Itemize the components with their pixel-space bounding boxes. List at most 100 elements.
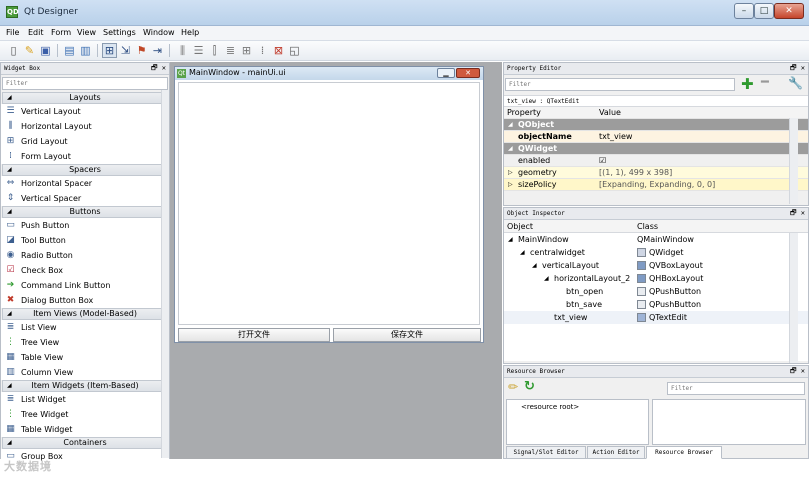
remove-dynamic-property-icon[interactable]: ━ xyxy=(761,75,769,90)
lay-out-vertical-splitter-icon[interactable]: ≣ xyxy=(223,43,238,58)
resource-root-item[interactable]: <resource root> xyxy=(521,403,579,411)
widget-item-tree-widget[interactable]: ⋮ Tree Widget xyxy=(1,407,169,422)
btn-save[interactable]: 保存文件 xyxy=(333,328,481,342)
new-form-icon[interactable]: ▯ xyxy=(6,43,21,58)
widget-box-scrollbar[interactable] xyxy=(161,90,169,458)
btn-open[interactable]: 打开文件 xyxy=(178,328,330,342)
edit-resources-icon[interactable]: ✏ xyxy=(508,380,518,394)
close-button[interactable]: ✕ xyxy=(774,3,804,19)
property-row-objectname[interactable]: objectName txt_view xyxy=(504,131,808,143)
widget-item-horizontal-spacer[interactable]: ⇔ Horizontal Spacer xyxy=(1,176,169,191)
object-row-btn-open[interactable]: btn_open QPushButton xyxy=(504,285,808,298)
resource-filter-input[interactable] xyxy=(667,382,805,395)
widget-item-vertical-layout[interactable]: ☰ Vertical Layout xyxy=(1,104,169,119)
menu-view[interactable]: View xyxy=(77,28,96,37)
property-row-qwidget[interactable]: ◢ QWidget xyxy=(504,143,808,155)
widget-item-column-view[interactable]: ▥ Column View xyxy=(1,365,169,380)
menu-edit[interactable]: Edit xyxy=(28,28,44,37)
tree-expand-icon[interactable]: ◢ xyxy=(508,233,513,246)
property-value[interactable]: ☑ xyxy=(599,155,606,167)
open-form-icon[interactable]: ✎ xyxy=(22,43,37,58)
tab-resource-browser[interactable]: Resource Browser xyxy=(646,446,722,459)
dock-float-close-icon[interactable]: 🗗 ✕ xyxy=(790,63,805,74)
object-row-mainwindow[interactable]: ◢ MainWindow QMainWindow xyxy=(504,233,808,246)
minimize-button[interactable]: – xyxy=(734,3,754,19)
resource-list[interactable] xyxy=(652,399,806,445)
reload-icon[interactable]: ↻ xyxy=(524,379,535,394)
tab-signal-slot-editor[interactable]: Signal/Slot Editor xyxy=(506,446,586,459)
resource-tree[interactable]: <resource root> xyxy=(506,399,649,445)
widget-item-vertical-spacer[interactable]: ⇕ Vertical Spacer xyxy=(1,191,169,206)
maximize-button[interactable]: □ xyxy=(754,3,774,19)
widget-item-list-view[interactable]: ≣ List View xyxy=(1,320,169,335)
expand-arrow-icon[interactable]: ▷ xyxy=(508,179,513,191)
edit-tab-order-icon[interactable]: ⇥ xyxy=(150,43,165,58)
bring-to-front-icon[interactable]: ▥ xyxy=(78,43,93,58)
edit-signals-slots-icon[interactable]: ⇲ xyxy=(118,43,133,58)
widget-category-item-widgets-item-based[interactable]: ◢ Item Widgets (Item-Based) xyxy=(2,380,168,392)
menu-window[interactable]: Window xyxy=(143,28,175,37)
object-row-btn-save[interactable]: btn_save QPushButton xyxy=(504,298,808,311)
widget-item-radio-button[interactable]: ◉ Radio Button xyxy=(1,248,169,263)
widget-item-command-link-button[interactable]: ➔ Command Link Button xyxy=(1,278,169,293)
lay-out-grid-icon[interactable]: ⊞ xyxy=(239,43,254,58)
dock-float-close-icon[interactable]: 🗗 ✕ xyxy=(151,63,166,74)
property-row-sizepolicy[interactable]: ▷ sizePolicy [Expanding, Expanding, 0, 0] xyxy=(504,179,808,191)
configure-property-editor-icon[interactable]: 🔧 xyxy=(788,76,803,90)
expand-arrow-icon[interactable]: ◢ xyxy=(508,143,513,155)
dock-float-close-icon[interactable]: 🗗 ✕ xyxy=(790,208,805,219)
dock-float-close-icon[interactable]: 🗗 ✕ xyxy=(790,366,805,377)
add-dynamic-property-icon[interactable]: ✚ xyxy=(741,75,754,93)
widget-item-table-widget[interactable]: ▦ Table Widget xyxy=(1,422,169,437)
property-row-enabled[interactable]: enabled ☑ xyxy=(504,155,808,167)
widget-filter-input[interactable] xyxy=(2,77,168,90)
widget-category-layouts[interactable]: ◢ Layouts xyxy=(2,92,168,104)
widget-item-horizontal-layout[interactable]: ⫼ Horizontal Layout xyxy=(1,119,169,134)
break-layout-icon[interactable]: ⊠ xyxy=(271,43,286,58)
tab-action-editor[interactable]: Action Editor xyxy=(587,446,645,459)
object-row-centralwidget[interactable]: ◢ centralwidget QWidget xyxy=(504,246,808,259)
widget-item-grid-layout[interactable]: ⊞ Grid Layout xyxy=(1,134,169,149)
tree-expand-icon[interactable]: ◢ xyxy=(544,272,549,285)
widget-item-table-view[interactable]: ▦ Table View xyxy=(1,350,169,365)
tree-expand-icon[interactable]: ◢ xyxy=(520,246,525,259)
widget-item-tool-button[interactable]: ◪ Tool Button xyxy=(1,233,169,248)
object-row-txt-view[interactable]: txt_view QTextEdit xyxy=(504,311,808,324)
widget-item-check-box[interactable]: ☑ Check Box xyxy=(1,263,169,278)
menu-settings[interactable]: Settings xyxy=(103,28,136,37)
property-editor-scrollbar[interactable] xyxy=(789,118,798,204)
property-value[interactable]: [Expanding, Expanding, 0, 0] xyxy=(599,179,715,191)
send-to-back-icon[interactable]: ▤ xyxy=(62,43,77,58)
object-row-horizontallayout-2[interactable]: ◢ horizontalLayout_2 QHBoxLayout xyxy=(504,272,808,285)
menu-form[interactable]: Form xyxy=(51,28,71,37)
property-value[interactable]: txt_view xyxy=(599,131,632,143)
form-minimize-button[interactable]: ▁ xyxy=(437,68,455,78)
widget-item-tree-view[interactable]: ⋮ Tree View xyxy=(1,335,169,350)
property-filter-input[interactable] xyxy=(505,78,735,91)
txt-view-text-edit[interactable] xyxy=(178,82,480,325)
lay-out-horizontal-splitter-icon[interactable]: ⫿ xyxy=(207,43,222,58)
widget-item-list-widget[interactable]: ≣ List Widget xyxy=(1,392,169,407)
lay-out-vertically-icon[interactable]: ☰ xyxy=(191,43,206,58)
save-form-icon[interactable]: ▣ xyxy=(38,43,53,58)
lay-out-form-icon[interactable]: ⁞ xyxy=(255,43,270,58)
object-inspector-scrollbar[interactable] xyxy=(789,233,798,363)
widget-category-spacers[interactable]: ◢ Spacers xyxy=(2,164,168,176)
expand-arrow-icon[interactable]: ▷ xyxy=(508,167,513,179)
widget-category-item-views-model-based[interactable]: ◢ Item Views (Model-Based) xyxy=(2,308,168,320)
object-row-verticallayout[interactable]: ◢ verticalLayout QVBoxLayout xyxy=(504,259,808,272)
widget-category-containers[interactable]: ◢ Containers xyxy=(2,437,168,449)
form-close-button[interactable]: ✕ xyxy=(456,68,480,78)
tree-expand-icon[interactable]: ◢ xyxy=(532,259,537,272)
adjust-size-icon[interactable]: ◱ xyxy=(287,43,302,58)
widget-item-push-button[interactable]: ▭ Push Button xyxy=(1,218,169,233)
form-window[interactable]: Qt MainWindow - mainUi.ui ▁ ✕ 打开文件 保存文件 xyxy=(174,66,484,343)
edit-widgets-icon[interactable]: ⊞ xyxy=(102,43,117,58)
expand-arrow-icon[interactable]: ◢ xyxy=(508,119,513,131)
widget-category-buttons[interactable]: ◢ Buttons xyxy=(2,206,168,218)
property-row-geometry[interactable]: ▷ geometry [(1, 1), 499 x 398] xyxy=(504,167,808,179)
widget-item-dialog-button-box[interactable]: ✖ Dialog Button Box xyxy=(1,293,169,308)
property-value[interactable]: [(1, 1), 499 x 398] xyxy=(599,167,672,179)
menu-file[interactable]: File xyxy=(6,28,19,37)
widget-item-form-layout[interactable]: ⁞ Form Layout xyxy=(1,149,169,164)
